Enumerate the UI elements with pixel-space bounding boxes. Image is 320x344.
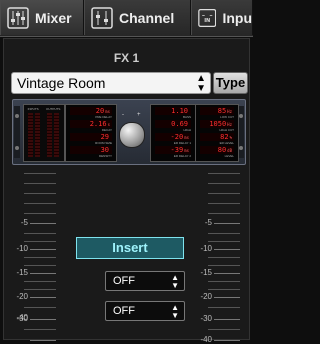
tab-input[interactable]: IN Inpu (191, 0, 253, 35)
meter-bar (28, 113, 33, 157)
meter-bar (35, 113, 40, 157)
scale-label: -15 (200, 268, 212, 277)
preset-select[interactable]: Vintage Room ▲ ▼ (11, 72, 211, 94)
parameter-knob[interactable] (119, 122, 145, 148)
send-select-2[interactable]: OFF ▲ ▼ (105, 301, 185, 321)
tab-label: Inpu (222, 9, 252, 26)
param-value: 1050Hz (200, 120, 234, 128)
param-label: ER DELAY 2 (173, 154, 191, 158)
scale-label: -30 (200, 314, 212, 323)
reverb-rack-unit: INPUTS OUTPUTS 20ms PRE DELAY 2.16s DECA… (12, 99, 246, 165)
up-down-arrows-icon: ▲ ▼ (196, 73, 206, 94)
tab-mixer[interactable]: Mixer (0, 0, 84, 35)
param-value: 2.16s (70, 120, 112, 128)
level-scale-right: -5 -10 -15 -20 -30 -40 (200, 171, 240, 344)
up-down-arrows-icon: ▲ ▼ (171, 303, 179, 320)
fx-title: FX 1 (113, 51, 140, 65)
io-meters: INPUTS OUTPUTS (23, 104, 65, 162)
tab-channel[interactable]: Channel (84, 0, 191, 35)
knob-area: - + (116, 104, 146, 160)
plus-marker: + (137, 112, 141, 118)
scale-label: -5 (20, 218, 28, 227)
scale-label: -5 (204, 218, 212, 227)
select-value: OFF (113, 275, 135, 287)
param-value: 80dB (200, 146, 234, 154)
meter-bar (47, 113, 52, 157)
fx-panel: FX 1 Vintage Room ▲ ▼ Type INPUTS OUTPUTS… (3, 38, 250, 344)
param-value: 30 (70, 146, 112, 154)
param-label: LEVEL (224, 154, 234, 158)
param-label: ER DELAY 1 (173, 141, 191, 145)
param-value: 85Hz (200, 107, 234, 115)
rack-ear-left (14, 106, 20, 158)
param-label: LOW CUT (220, 115, 234, 119)
insert-button[interactable]: Insert (76, 237, 184, 259)
scale-label: -10 (200, 244, 212, 253)
scale-label: -40 (16, 313, 28, 322)
right-param-display-2: 85Hz LOW CUT 1050Hz HIGH CUT 82% ER LEVE… (195, 104, 239, 162)
param-value: -20ms (155, 133, 191, 141)
param-value: -39ms (155, 146, 191, 154)
preset-value: Vintage Room (17, 75, 106, 91)
param-label: HIGH CUT (219, 128, 235, 132)
input-icon: IN (198, 8, 217, 27)
param-value: 1.10 (155, 107, 191, 115)
scale-label: -20 (16, 292, 28, 301)
tab-label: Mixer (35, 9, 72, 26)
param-label: ER LEVEL (219, 141, 234, 145)
param-label: DECAY (101, 128, 112, 132)
param-label: DENSITY (98, 154, 112, 158)
meter-bar (54, 113, 59, 157)
tab-label: Channel (119, 9, 175, 26)
minus-marker: - (122, 112, 124, 118)
tab-bar: Mixer Channel IN Inpu (0, 0, 253, 37)
param-value: 29 (70, 133, 112, 141)
param-label: ROOM SIZE (95, 141, 112, 145)
param-label: HIGH (183, 128, 192, 132)
type-button[interactable]: Type (213, 72, 248, 94)
mixer-icon (7, 6, 29, 29)
scale-label: -20 (200, 292, 212, 301)
channel-sliders-icon (91, 6, 113, 29)
param-value: 20ms (70, 107, 112, 115)
param-label: PRE DELAY (95, 115, 112, 119)
scale-label: -10 (16, 244, 28, 253)
scale-label: -15 (16, 268, 28, 277)
param-value: 82% (200, 133, 234, 141)
left-param-display: 20ms PRE DELAY 2.16s DECAY 29 ROOM SIZE … (65, 104, 117, 162)
up-down-arrows-icon: ▲ ▼ (171, 273, 179, 290)
param-value: 0.69 (155, 120, 191, 128)
select-value: OFF (113, 305, 135, 317)
send-select-1[interactable]: OFF ▲ ▼ (105, 271, 185, 291)
meter-header: OUTPUTS (45, 107, 61, 111)
svg-text:IN: IN (204, 18, 210, 24)
right-param-display-1: 1.10 BASS 0.69 HIGH -20ms ER DELAY 1 -39… (150, 104, 196, 162)
param-label: BASS (182, 115, 191, 119)
meter-header: INPUTS (27, 107, 39, 111)
